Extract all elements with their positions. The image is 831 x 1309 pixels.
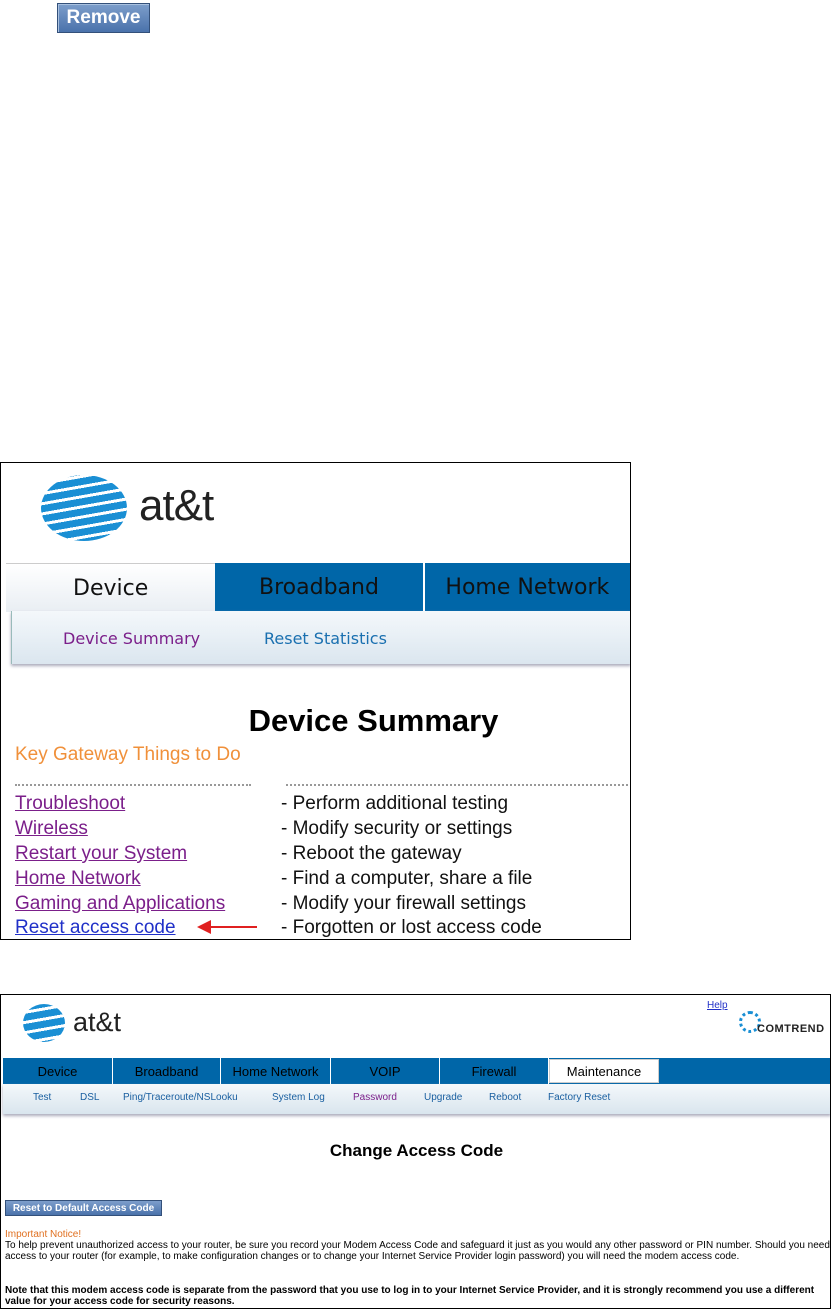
att-globe-icon	[41, 475, 127, 541]
remove-button[interactable]: Remove	[57, 3, 150, 33]
subnav-reboot[interactable]: Reboot	[489, 1092, 521, 1103]
desc-home-network: - Find a computer, share a file	[281, 868, 533, 889]
subnav-reset-statistics[interactable]: Reset Statistics	[264, 629, 387, 648]
divider-right	[286, 784, 630, 786]
tab-broadband[interactable]: Broadband	[113, 1058, 221, 1084]
link-wireless[interactable]: Wireless	[15, 818, 88, 840]
notice-heading: Important Notice!	[5, 1229, 82, 1240]
subnav-upgrade[interactable]: Upgrade	[424, 1092, 462, 1103]
subnav-system-log[interactable]: System Log	[272, 1092, 325, 1103]
main-tabs: Device Broadband Home Network	[6, 563, 630, 612]
help-link[interactable]: Help	[707, 1000, 728, 1011]
subnav-device-summary[interactable]: Device Summary	[63, 629, 200, 648]
comtrend-text: COMTREND	[757, 1023, 825, 1035]
subnav-dsl[interactable]: DSL	[80, 1092, 99, 1103]
link-home-network[interactable]: Home Network	[15, 868, 141, 890]
comtrend-logo: COMTREND	[739, 1011, 830, 1041]
subnav-test[interactable]: Test	[33, 1092, 51, 1103]
link-troubleshoot[interactable]: Troubleshoot	[15, 793, 125, 815]
desc-reset-access-code: - Forgotten or lost access code	[281, 917, 542, 938]
tab-device[interactable]: Device	[6, 563, 216, 612]
tab-home-network[interactable]: Home Network	[422, 563, 630, 611]
device-summary-screenshot: at&t Device Broadband Home Network Devic…	[0, 462, 631, 940]
tab-maintenance[interactable]: Maintenance	[549, 1059, 659, 1083]
link-reset-access-code[interactable]: Reset access code	[15, 917, 176, 939]
key-heading: Key Gateway Things to Do	[15, 744, 241, 765]
tab-firewall[interactable]: Firewall	[440, 1058, 549, 1084]
link-gaming-applications[interactable]: Gaming and Applications	[15, 893, 225, 915]
page-title: Device Summary	[248, 703, 499, 738]
change-access-code-screenshot: at&t Help COMTREND Device Broadband Home…	[0, 994, 831, 1309]
desc-gaming-applications: - Modify your firewall settings	[281, 893, 526, 914]
notice-bold-text: Note that this modem access code is sepa…	[5, 1285, 815, 1307]
att-globe-icon	[23, 1004, 65, 1042]
tab-voip[interactable]: VOIP	[331, 1058, 440, 1084]
red-arrowhead-icon	[197, 920, 211, 934]
desc-wireless: - Modify security or settings	[281, 818, 513, 839]
tab-broadband[interactable]: Broadband	[215, 563, 423, 611]
att-logo-text: at&t	[73, 1007, 122, 1037]
reset-default-code-button[interactable]: Reset to Default Access Code	[5, 1200, 162, 1216]
divider-left	[15, 784, 251, 786]
desc-restart-system: - Reboot the gateway	[281, 843, 462, 864]
subnav-ping[interactable]: Ping/Traceroute/NSLooku	[123, 1092, 238, 1103]
tab-home-network[interactable]: Home Network	[221, 1058, 331, 1084]
link-restart-system[interactable]: Restart your System	[15, 843, 187, 865]
att-logo-text: at&t	[139, 481, 214, 530]
subnav-factory-reset[interactable]: Factory Reset	[548, 1092, 610, 1103]
notice-text: To help prevent unauthorized access to y…	[5, 1240, 830, 1262]
page-title: Change Access Code	[329, 1141, 504, 1160]
subnav-password[interactable]: Password	[353, 1092, 397, 1103]
desc-troubleshoot: - Perform additional testing	[281, 793, 509, 814]
tab-device[interactable]: Device	[3, 1058, 113, 1084]
